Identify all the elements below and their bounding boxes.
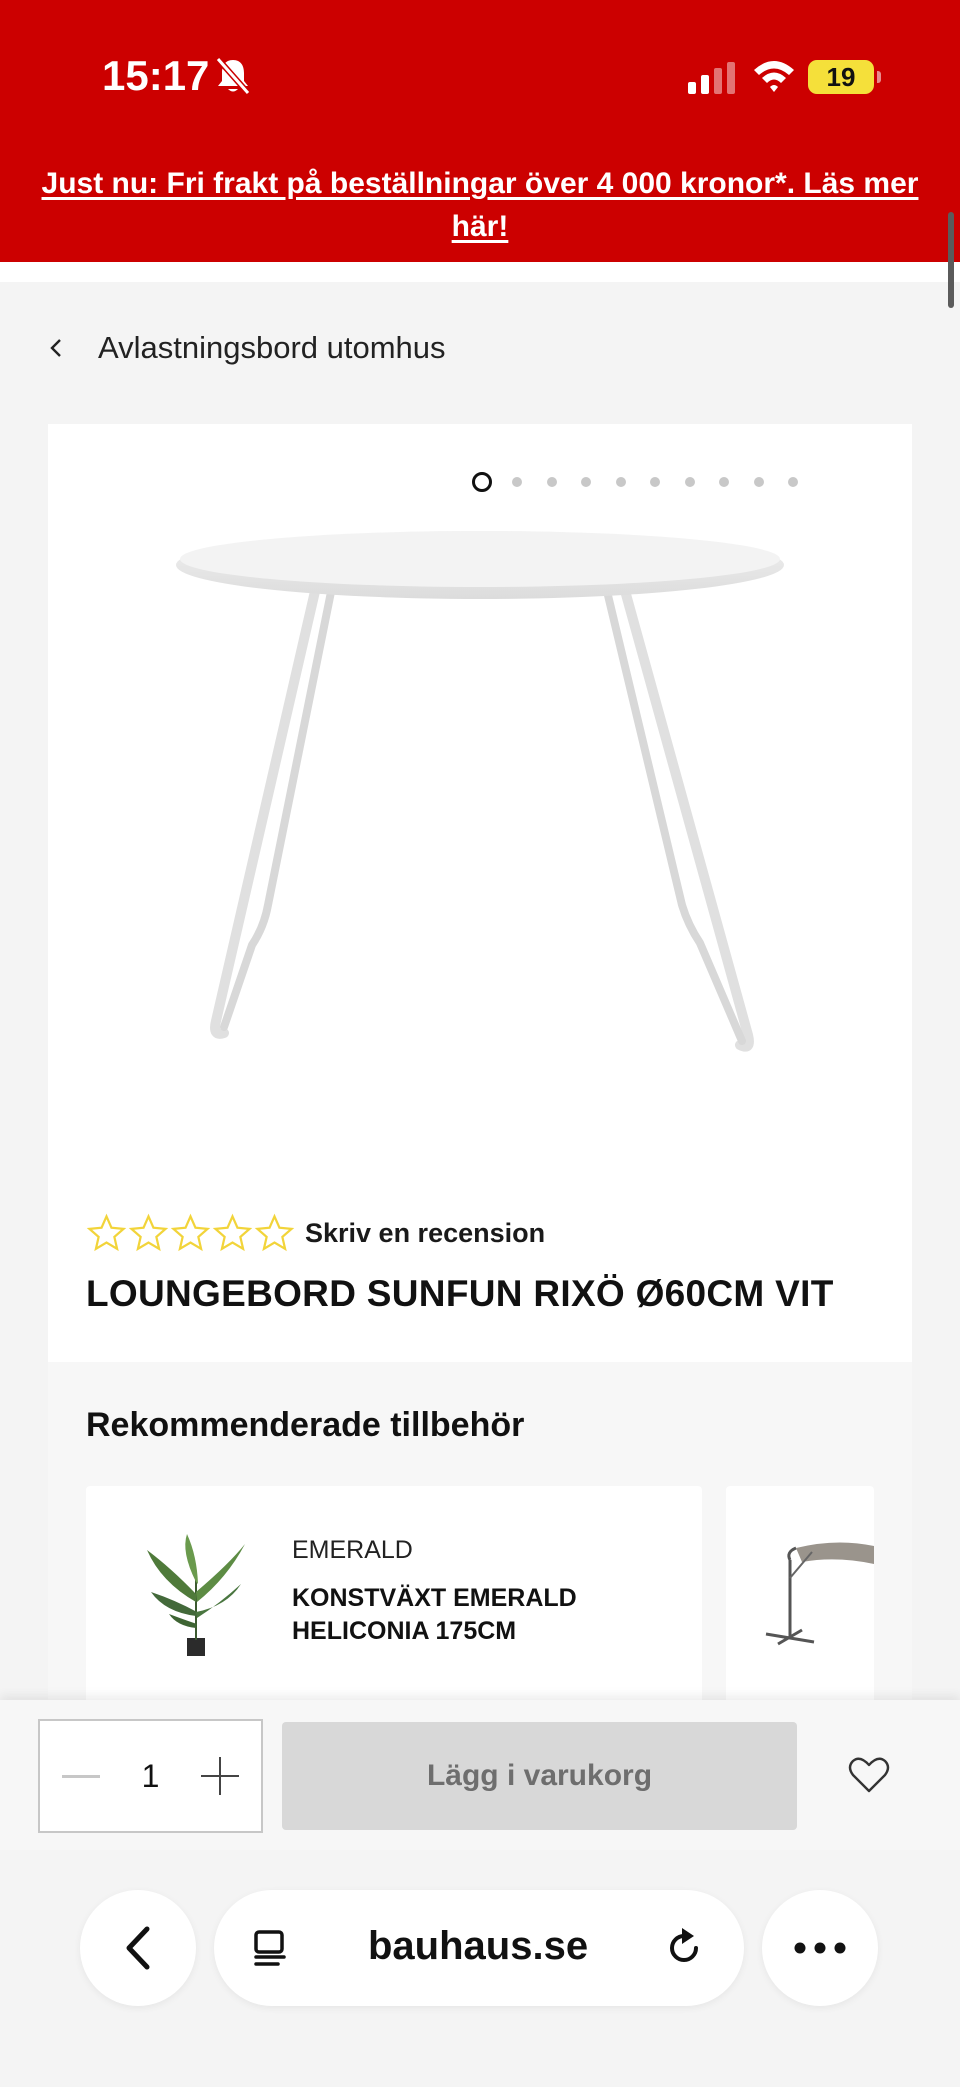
chevron-left-icon (126, 1926, 150, 1970)
add-to-cart-button[interactable]: Lägg i varukorg (282, 1722, 797, 1830)
recommended-item-card[interactable] (726, 1486, 874, 1726)
heart-icon[interactable] (848, 1756, 890, 1794)
browser-back-button[interactable] (80, 1890, 196, 2006)
gallery-dot-active[interactable] (472, 472, 492, 492)
reader-mode-icon[interactable] (250, 1928, 290, 1968)
recommended-item-name: KONSTVÄXT EMERALD HELICONIA 175CM (292, 1584, 577, 1645)
more-dots-icon (794, 1942, 846, 1954)
gallery-dot[interactable] (753, 477, 764, 487)
recommended-item-card[interactable]: EMERALD KONSTVÄXT EMERALD HELICONIA 175C… (86, 1486, 702, 1726)
quantity-value[interactable]: 1 (142, 1758, 160, 1795)
plant-image (147, 1534, 245, 1656)
gallery-dot[interactable] (684, 477, 695, 487)
recommended-item-brand: EMERALD (292, 1536, 413, 1564)
quantity-increase-button[interactable] (200, 1757, 239, 1795)
browser-more-button[interactable] (762, 1890, 878, 2006)
product-title: LOUNGEBORD SUNFUN RIXÖ Ø60CM VIT (86, 1273, 834, 1314)
status-bar: 15:17 19 (0, 0, 960, 150)
header-divider (0, 262, 960, 282)
status-time: 15:17 (102, 52, 210, 99)
gallery-pagination[interactable] (472, 472, 823, 492)
quantity-decrease-button[interactable] (62, 1774, 100, 1778)
rating-stars[interactable] (86, 1212, 295, 1255)
gallery-dot[interactable] (650, 477, 660, 487)
umbrella-image (765, 1542, 874, 1646)
browser-address-bar[interactable]: bauhaus.se (214, 1890, 744, 2006)
reload-icon[interactable] (662, 1926, 706, 1970)
recommended-title: Rekommenderade tillbehör (86, 1406, 525, 1444)
star-outline-icon (170, 1213, 211, 1252)
browser-url[interactable]: bauhaus.se (368, 1924, 588, 1969)
gallery-dot[interactable] (615, 477, 626, 487)
chevron-left-icon (50, 339, 61, 357)
write-review-link[interactable]: Skriv en recension (305, 1218, 545, 1249)
gallery-dot[interactable] (546, 477, 557, 487)
wifi-icon (754, 61, 794, 92)
star-outline-icon (254, 1213, 295, 1252)
scrollbar[interactable] (948, 212, 954, 308)
battery-indicator: 19 (808, 60, 881, 94)
signal-icon (688, 62, 735, 94)
star-outline-icon (212, 1213, 253, 1252)
breadcrumb-label: Avlastningsbord utomhus (98, 330, 446, 365)
bell-muted-icon (215, 57, 251, 95)
promo-banner-link[interactable]: Just nu: Fri frakt på beställningar över… (40, 162, 920, 248)
gallery-dot[interactable] (581, 477, 591, 487)
rating-row[interactable]: Skriv en recension (86, 1212, 545, 1255)
star-outline-icon (128, 1213, 169, 1252)
gallery-dot[interactable] (512, 477, 522, 487)
gallery-dot[interactable] (788, 477, 798, 487)
quantity-stepper[interactable]: 1 (38, 1719, 263, 1833)
product-image[interactable] (160, 515, 800, 1070)
breadcrumb-back[interactable]: Avlastningsbord utomhus (44, 328, 446, 368)
gallery-dot[interactable] (719, 477, 729, 487)
star-outline-icon (86, 1213, 127, 1252)
